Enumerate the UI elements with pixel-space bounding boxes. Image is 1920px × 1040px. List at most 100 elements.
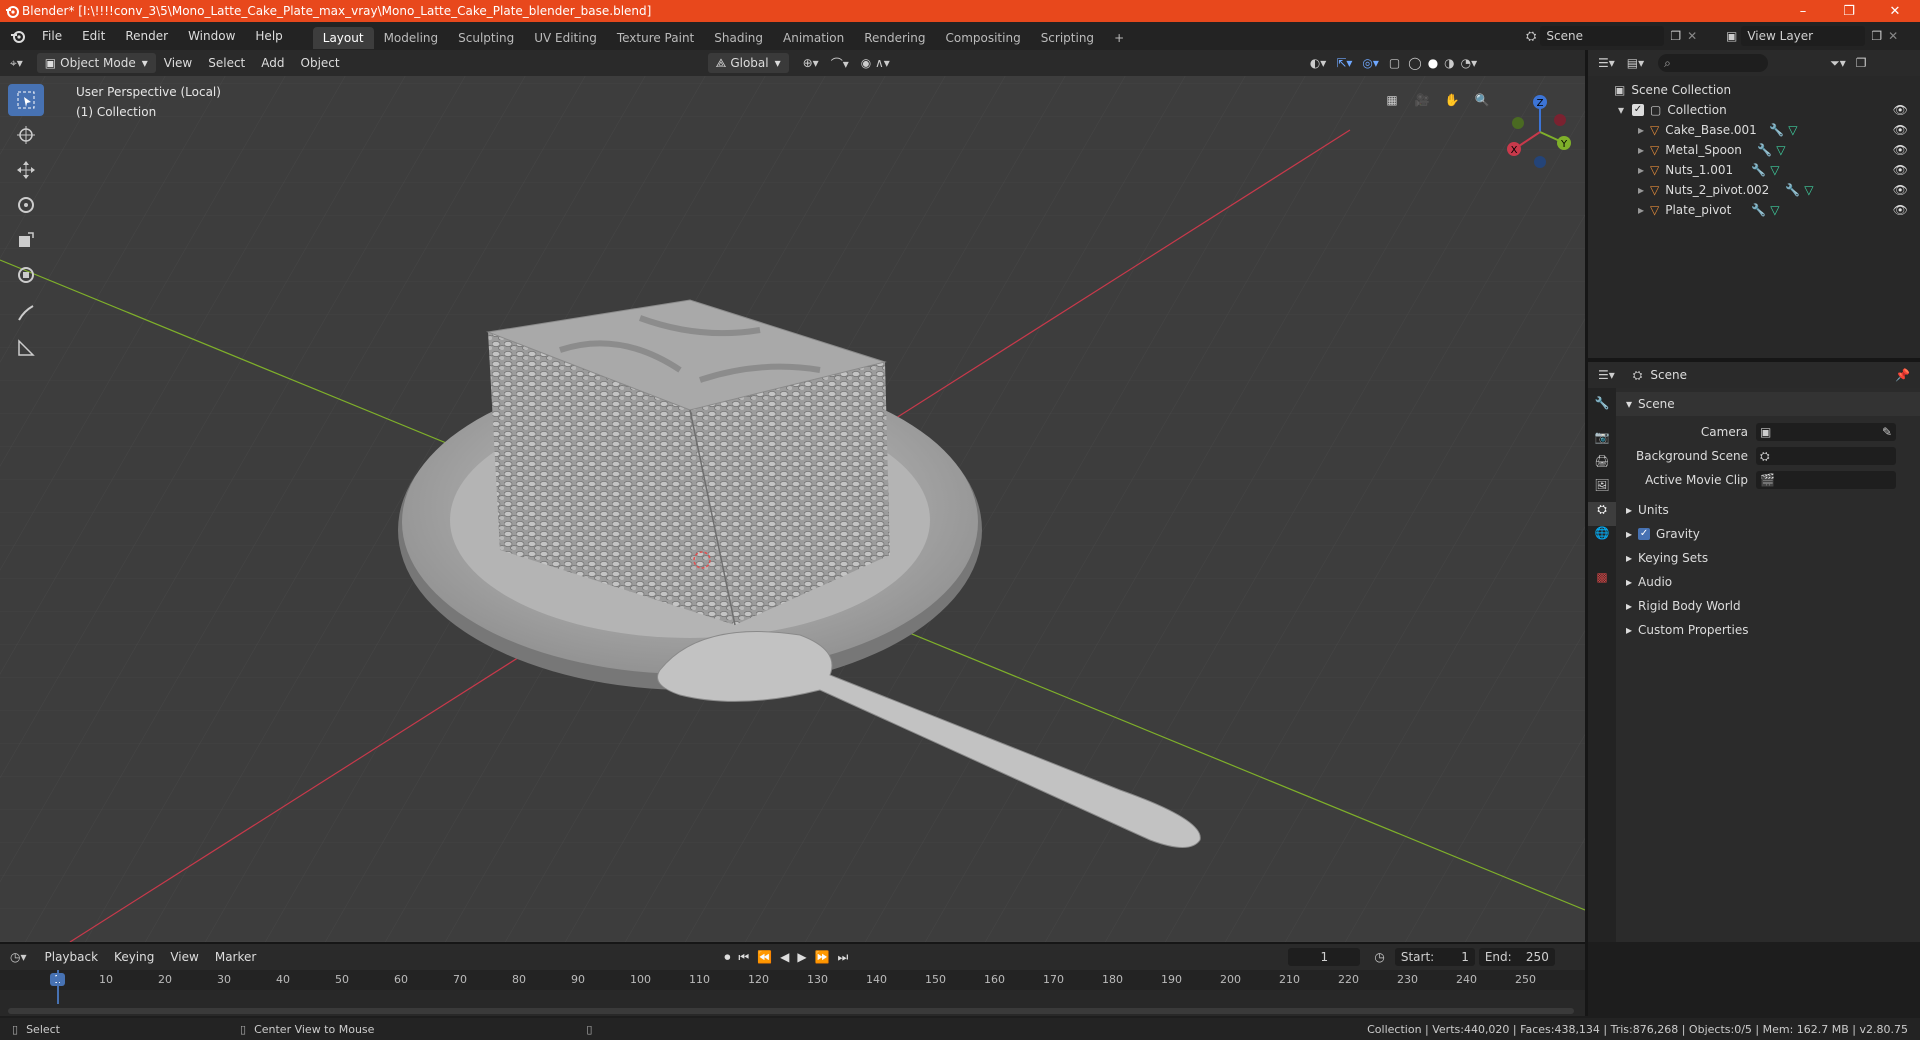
menu-keying[interactable]: Keying (106, 950, 162, 964)
audio-panel-header[interactable]: ▸ Audio (1616, 570, 1920, 594)
jump-end-icon[interactable]: ⏭ (838, 950, 849, 965)
eye-icon[interactable]: 👁 (1893, 163, 1908, 177)
current-frame-field[interactable]: 1 (1288, 948, 1361, 966)
filter-icon[interactable]: ⏷▾ (1830, 56, 1846, 71)
active-movie-clip-field[interactable]: 🎬 (1756, 471, 1896, 489)
modifier-wrench-icon[interactable]: 🔧 (1751, 163, 1766, 177)
expand-arrow-icon[interactable]: ▸ (1638, 143, 1650, 157)
clock-icon[interactable]: ◷ (1374, 950, 1384, 964)
rendered-shading-icon[interactable]: ◔▾ (1461, 56, 1478, 70)
eye-icon[interactable]: 👁 (1893, 143, 1908, 157)
menu-add[interactable]: Add (253, 56, 292, 70)
modifier-wrench-icon[interactable]: 🔧 (1785, 183, 1800, 197)
move-tool[interactable] (8, 154, 44, 186)
3d-viewport[interactable]: ⌖▾ ▣ Object Mode ▾ View Select Add Objec… (0, 50, 1585, 942)
mesh-data-icon[interactable]: ▽ (1804, 183, 1813, 197)
tab-compositing[interactable]: Compositing (935, 27, 1030, 49)
menu-marker[interactable]: Marker (207, 950, 264, 964)
solid-shading-icon[interactable]: ● (1428, 56, 1438, 70)
view-layer-selector[interactable]: View Layer (1741, 26, 1866, 46)
tab-scripting[interactable]: Scripting (1031, 27, 1104, 49)
timeline-editor-icon[interactable]: ◷▾ (10, 950, 27, 964)
close-button[interactable]: ✕ (1872, 0, 1918, 22)
modifier-wrench-icon[interactable]: 🔧 (1757, 143, 1772, 157)
tab-shading[interactable]: Shading (704, 27, 773, 49)
jump-start-icon[interactable]: ⏮ (738, 950, 749, 965)
scene-remove-icon[interactable]: ✕ (1687, 29, 1697, 43)
texture-tab-icon[interactable]: ▩ (1588, 570, 1616, 594)
menu-file[interactable]: File (32, 22, 72, 50)
output-tab-icon[interactable]: 🖨 (1588, 454, 1616, 478)
rotate-tool[interactable] (8, 189, 44, 221)
menu-render[interactable]: Render (115, 22, 178, 50)
play-reverse-icon[interactable]: ◀ (780, 950, 789, 965)
mesh-data-icon[interactable]: ▽ (1776, 143, 1785, 157)
scene-selector[interactable]: Scene (1540, 26, 1665, 46)
start-frame-field[interactable]: Start: 1 (1394, 948, 1475, 966)
display-mode-icon[interactable]: ▤▾ (1627, 56, 1644, 70)
camera-icon[interactable]: 🎥 (1410, 88, 1434, 112)
gizmo-neg-z-icon[interactable] (1534, 156, 1546, 168)
expand-arrow-icon[interactable]: ▸ (1638, 123, 1650, 137)
pan-hand-icon[interactable]: ✋ (1440, 88, 1464, 112)
cursor-tool[interactable] (8, 119, 44, 151)
menu-help[interactable]: Help (245, 22, 292, 50)
blender-menu-icon[interactable] (10, 28, 26, 44)
gizmo-toggle-icon[interactable]: ⇱▾ (1336, 56, 1352, 70)
outliner-search[interactable]: ⌕ (1658, 54, 1769, 72)
proportional-edit-icon[interactable]: ◉ ∧▾ (861, 56, 890, 70)
mesh-data-icon[interactable]: ▽ (1770, 203, 1779, 217)
menu-select[interactable]: Select (200, 56, 253, 70)
minimize-button[interactable]: – (1780, 0, 1826, 22)
wireframe-shading-icon[interactable]: ◯ (1408, 56, 1421, 70)
transform-tool[interactable] (8, 259, 44, 291)
background-scene-field[interactable]: ⛭ (1756, 447, 1896, 465)
pin-icon[interactable]: 📌 (1895, 368, 1910, 382)
menu-window[interactable]: Window (178, 22, 245, 50)
snap-icon[interactable]: ⌒▾ (831, 55, 849, 72)
measure-tool[interactable] (8, 332, 44, 364)
orientation-selector[interactable]: ⟁ Global ▾ (707, 53, 789, 73)
menu-edit[interactable]: Edit (72, 22, 115, 50)
tab-animation[interactable]: Animation (773, 27, 854, 49)
tool-tab-icon[interactable]: 🔧 (1588, 396, 1616, 420)
modifier-wrench-icon[interactable]: 🔧 (1751, 203, 1766, 217)
timeline-scrollbar[interactable] (8, 1008, 1574, 1014)
expand-arrow-icon[interactable]: ▸ (1638, 183, 1650, 197)
collection-checkbox[interactable]: ✓ (1632, 104, 1644, 116)
scene-new-icon[interactable]: ❐ (1670, 29, 1681, 43)
select-box-tool[interactable] (8, 84, 44, 116)
tab-uv-editing[interactable]: UV Editing (524, 27, 607, 49)
modifier-wrench-icon[interactable]: 🔧 (1769, 123, 1784, 137)
overlay-toggle-icon[interactable]: ◎▾ (1362, 56, 1379, 70)
outliner-object-row[interactable]: ▸ ▽ Nuts_1.001 🔧 ▽ 👁 (1588, 160, 1920, 180)
outliner-object-row[interactable]: ▸ ▽ Plate_pivot 🔧 ▽ 👁 (1588, 200, 1920, 220)
gizmo-neg-y-icon[interactable] (1512, 117, 1524, 129)
view-layer-tab-icon[interactable]: 🖼 (1588, 478, 1616, 502)
rigid-body-world-panel-header[interactable]: ▸ Rigid Body World (1616, 594, 1920, 618)
record-icon[interactable]: ⏺ (724, 950, 730, 965)
tab-sculpting[interactable]: Sculpting (448, 27, 524, 49)
world-tab-icon[interactable]: 🌐 (1588, 526, 1616, 550)
scene-tab-icon[interactable]: ⛭ (1588, 502, 1616, 526)
custom-properties-panel-header[interactable]: ▸ Custom Properties (1616, 618, 1920, 642)
outliner-object-row[interactable]: ▸ ▽ Cake_Base.001 🔧 ▽ 👁 (1588, 120, 1920, 140)
tab-layout[interactable]: Layout (312, 26, 374, 49)
properties-editor-icon[interactable]: ☰▾ (1598, 368, 1615, 382)
gravity-panel-header[interactable]: ▸ ✓ Gravity (1616, 522, 1920, 546)
end-frame-field[interactable]: End: 250 (1478, 948, 1555, 966)
eye-icon[interactable]: 👁 (1893, 103, 1908, 117)
view-layer-remove-icon[interactable]: ✕ (1888, 29, 1898, 43)
tab-modeling[interactable]: Modeling (374, 27, 449, 49)
tab-texture-paint[interactable]: Texture Paint (607, 27, 704, 49)
expand-arrow-icon[interactable]: ▸ (1638, 163, 1650, 177)
playhead[interactable] (57, 970, 59, 1004)
expand-arrow-icon[interactable]: ▸ (1638, 203, 1650, 217)
toggle-camera-view-icon[interactable]: ▦ (1380, 88, 1404, 112)
annotate-tool[interactable] (8, 297, 44, 329)
mesh-data-icon[interactable]: ▽ (1788, 123, 1797, 137)
next-keyframe-icon[interactable]: ⏩ (815, 950, 830, 965)
menu-playback[interactable]: Playback (37, 950, 107, 964)
eye-icon[interactable]: 👁 (1893, 123, 1908, 137)
new-collection-icon[interactable]: ❐ (1856, 56, 1867, 70)
